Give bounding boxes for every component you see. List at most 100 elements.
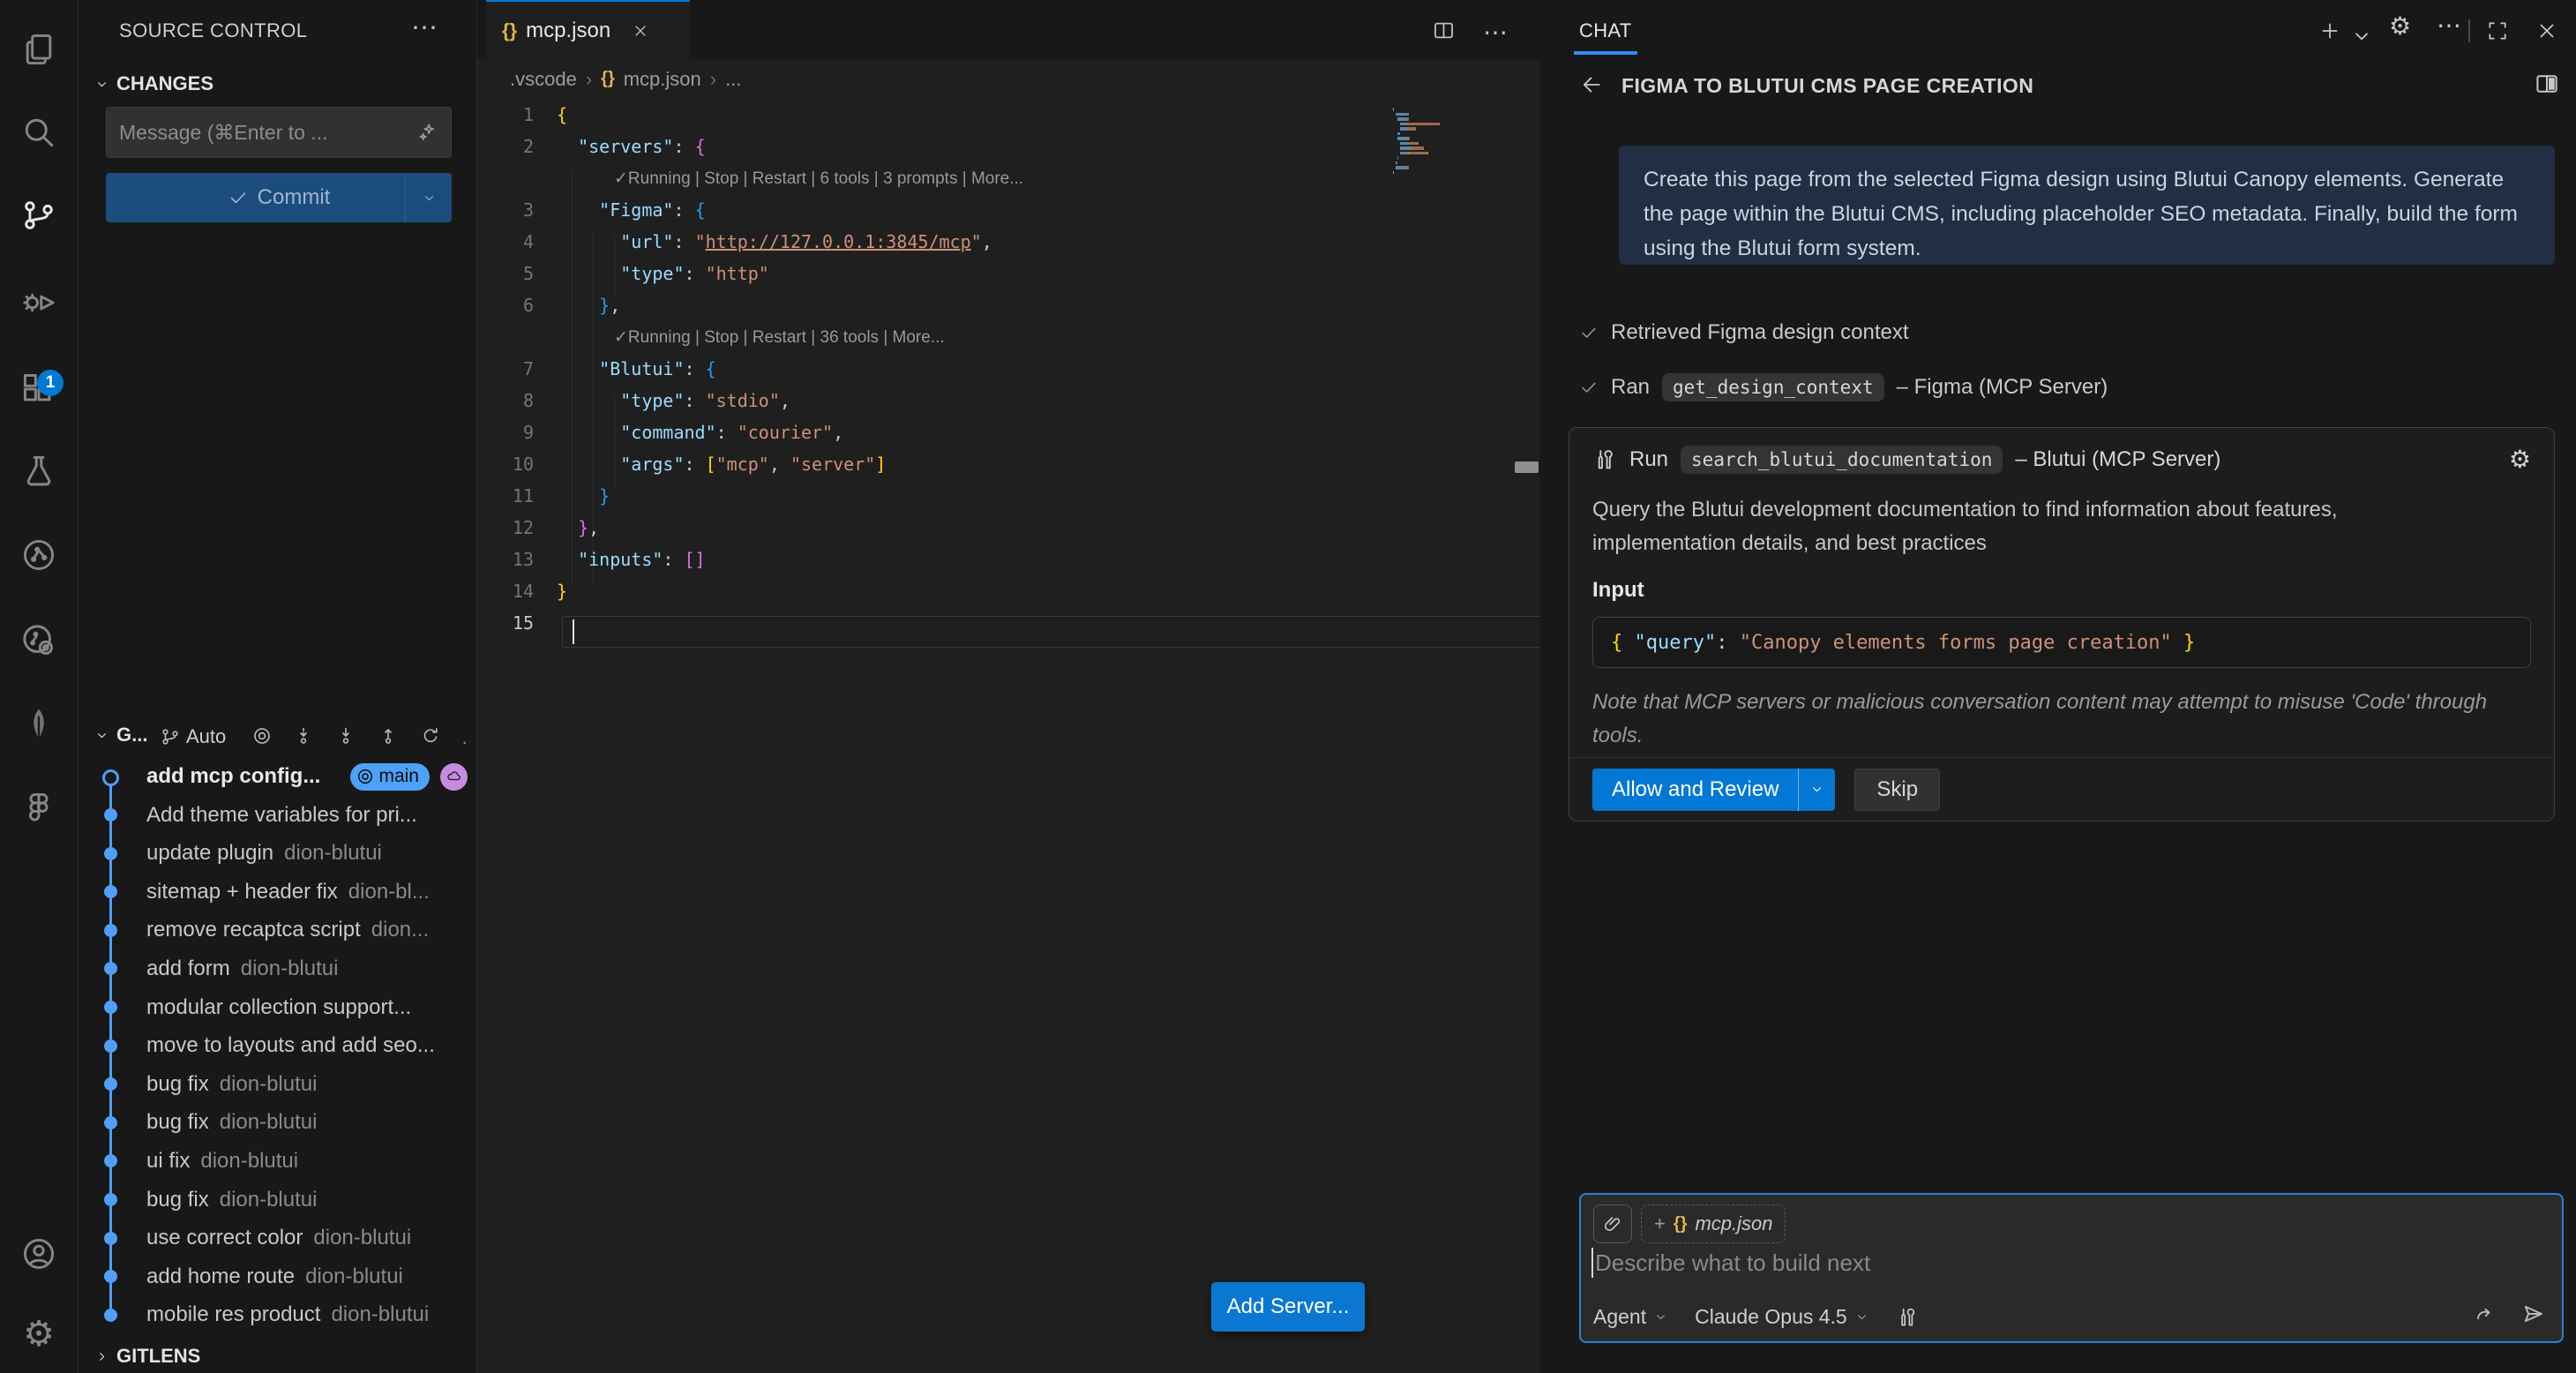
model-picker[interactable]: Claude Opus 4.5: [1695, 1305, 1847, 1329]
code-line[interactable]: 1{: [477, 99, 1539, 131]
chat-more-actions-icon[interactable]: ⋯: [2437, 11, 2461, 40]
graph-branch-picker[interactable]: Auto: [160, 725, 226, 748]
source-control-icon[interactable]: [0, 176, 78, 254]
sparkle-icon[interactable]: [416, 121, 438, 144]
commit-row[interactable]: use correct colordion-blutui: [79, 1219, 476, 1257]
graph-overflow-icon[interactable]: ·: [461, 731, 468, 754]
commit-row[interactable]: modular collection support...: [79, 988, 476, 1027]
tool-description: Query the Blutui development documentati…: [1569, 474, 2506, 560]
step-completed[interactable]: Retrieved Figma design context: [1579, 320, 1909, 345]
code-line[interactable]: 6 },: [477, 289, 1539, 321]
tab-mcp-json[interactable]: {} mcp.json: [486, 0, 690, 59]
sidebar-more-actions[interactable]: ⋯: [411, 12, 438, 43]
allow-dropdown[interactable]: [1798, 769, 1835, 811]
fetch-icon[interactable]: [293, 725, 314, 747]
commit-row[interactable]: add home routedion-blutui: [79, 1257, 476, 1296]
source-control-sidebar: SOURCE CONTROL ⋯ CHANGES Message (⌘Enter…: [79, 0, 477, 1373]
remote-graph-icon[interactable]: [0, 516, 78, 594]
close-tab-icon[interactable]: [632, 22, 649, 40]
code-line[interactable]: 3 "Figma": {: [477, 194, 1539, 226]
code-line[interactable]: 7 "Blutui": {: [477, 353, 1539, 385]
line-number: 5: [477, 263, 557, 284]
codelens[interactable]: ✓Running | Stop | Restart | 36 tools | M…: [477, 321, 1539, 353]
commit-row[interactable]: bug fixdion-blutui: [79, 1181, 476, 1219]
commit-row[interactable]: ui fixdion-blutui: [79, 1142, 476, 1181]
code-line[interactable]: 12 },: [477, 512, 1539, 544]
code-line[interactable]: 9 "command": "courier",: [477, 416, 1539, 448]
accounts-icon[interactable]: [0, 1215, 78, 1293]
open-chat-editor-icon[interactable]: [2534, 71, 2560, 97]
extensions-icon[interactable]: 1: [0, 350, 78, 428]
add-server-button[interactable]: Add Server...: [1211, 1282, 1365, 1332]
testing-icon[interactable]: [0, 432, 78, 510]
tools-picker-icon[interactable]: [1896, 1306, 1919, 1329]
user-message-bubble: Create this page from the selected Figma…: [1619, 146, 2555, 265]
code-line[interactable]: 13 "inputs": []: [477, 544, 1539, 575]
code-line[interactable]: 14}: [477, 575, 1539, 607]
tool-config-gear-icon[interactable]: ⚙: [2509, 447, 2531, 472]
commit-row[interactable]: Add theme variables for pri...: [79, 796, 476, 835]
commit-row[interactable]: update plugindion-blutui: [79, 834, 476, 873]
commit-row[interactable]: bug fixdion-blutui: [79, 1103, 476, 1142]
attach-paperclip-icon[interactable]: [1593, 1204, 1632, 1243]
files-icon[interactable]: [0, 11, 78, 88]
send-icon[interactable]: [2520, 1301, 2546, 1327]
new-chat-icon[interactable]: [2318, 19, 2341, 42]
commit-row[interactable]: move to layouts and add seo...: [79, 1026, 476, 1065]
target-icon[interactable]: [251, 725, 273, 747]
skip-button[interactable]: Skip: [1854, 769, 1940, 811]
search-icon[interactable]: [0, 94, 78, 171]
remote-graph-at-icon[interactable]: [0, 602, 78, 679]
figma-icon[interactable]: [0, 769, 78, 847]
pull-icon[interactable]: [335, 725, 356, 747]
cloud-badge-icon[interactable]: [440, 763, 468, 791]
back-arrow-icon[interactable]: [1579, 72, 1604, 97]
split-editor-icon[interactable]: [1432, 19, 1456, 42]
commit-button[interactable]: Commit: [106, 173, 452, 222]
code-line[interactable]: 2 "servers": {: [477, 131, 1539, 162]
context-attachment-chip[interactable]: + {} mcp.json: [1641, 1204, 1786, 1243]
chat-input-box[interactable]: + {} mcp.json Describe what to build nex…: [1579, 1193, 2564, 1343]
allow-and-review-button[interactable]: Allow and Review: [1592, 769, 1835, 811]
push-icon[interactable]: [378, 725, 399, 747]
commit-message: add form: [146, 957, 230, 981]
maximize-icon[interactable]: [2486, 19, 2509, 42]
branch-badge[interactable]: main: [350, 763, 430, 791]
code-line[interactable]: 11 }: [477, 480, 1539, 512]
mode-picker[interactable]: Agent: [1593, 1305, 1646, 1329]
redirect-arrow-icon[interactable]: [2472, 1302, 2497, 1326]
code-line[interactable]: 5 "type": "http": [477, 258, 1539, 289]
commit-message-placeholder: Message (⌘Enter to ...: [119, 121, 416, 145]
code-line[interactable]: 15: [477, 607, 1539, 639]
editor-more-actions-icon[interactable]: ⋯: [1483, 18, 1508, 47]
tool-input-code[interactable]: { "query": "Canopy elements forms page c…: [1592, 617, 2531, 668]
step-completed[interactable]: Ran get_design_context – Figma (MCP Serv…: [1579, 373, 2108, 401]
refresh-icon[interactable]: [420, 725, 441, 747]
breadcrumb[interactable]: .vscode › {} mcp.json › ...: [477, 59, 1539, 99]
graph-section-header[interactable]: G...: [94, 724, 147, 747]
chevron-down-icon[interactable]: [2350, 25, 2373, 48]
run-debug-icon[interactable]: [0, 264, 78, 341]
commit-row[interactable]: remove recaptca scriptdion...: [79, 911, 476, 949]
commit-row[interactable]: add formdion-blutui: [79, 949, 476, 988]
code-line[interactable]: 8 "type": "stdio",: [477, 385, 1539, 416]
chat-settings-gear-icon[interactable]: ⚙: [2389, 14, 2411, 39]
scrollbar-thumb[interactable]: [1515, 461, 1539, 473]
code-line[interactable]: 4 "url": "http://127.0.0.1:3845/mcp",: [477, 226, 1539, 258]
tool-warning-note: Note that MCP servers or malicious conve…: [1569, 668, 2533, 753]
gitlens-section-header[interactable]: GITLENS: [94, 1345, 200, 1368]
commit-row[interactable]: sitemap + header fixdion-bl...: [79, 873, 476, 912]
code-line[interactable]: 10 "args": ["mcp", "server"]: [477, 448, 1539, 480]
commit-row[interactable]: bug fixdion-blutui: [79, 1065, 476, 1104]
minimap[interactable]: [1393, 108, 1515, 181]
codelens[interactable]: ✓Running | Stop | Restart | 6 tools | 3 …: [477, 162, 1539, 194]
tab-chat[interactable]: CHAT: [1579, 19, 1631, 42]
commit-dropdown[interactable]: [405, 173, 452, 222]
commit-row[interactable]: mobile res productdion-blutui: [79, 1295, 476, 1334]
mongodb-icon[interactable]: [0, 686, 78, 763]
changes-section-header[interactable]: CHANGES: [94, 72, 213, 95]
close-panel-icon[interactable]: [2535, 19, 2558, 42]
commit-row[interactable]: add mcp config...main: [79, 757, 476, 796]
settings-gear-icon[interactable]: ⚙: [0, 1295, 78, 1373]
commit-message-input[interactable]: Message (⌘Enter to ...: [106, 107, 452, 158]
